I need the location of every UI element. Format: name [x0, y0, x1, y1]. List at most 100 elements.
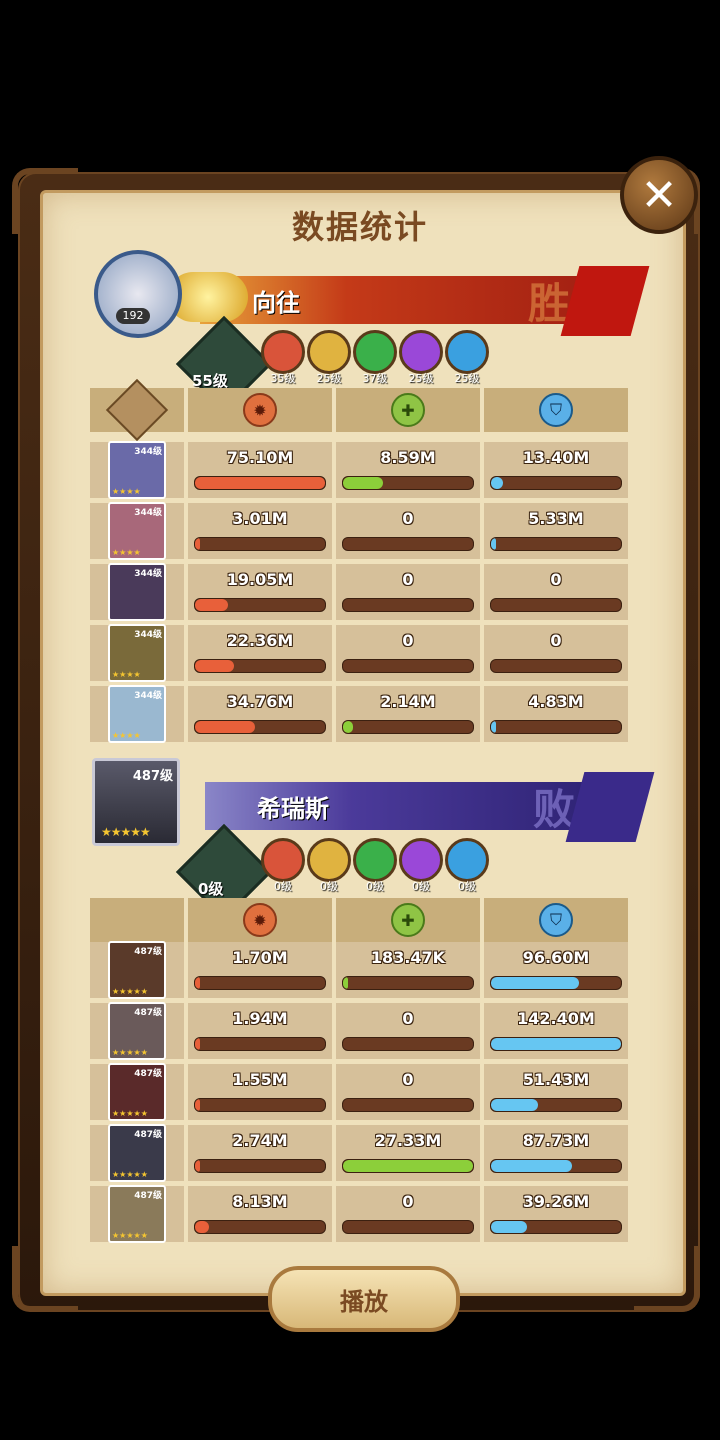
heal-bar — [342, 659, 474, 673]
header-shield: ⛉ — [484, 388, 628, 432]
hero-portrait[interactable]: 487级 ★★★★★ — [108, 1063, 166, 1121]
heal-bar — [342, 1037, 474, 1051]
header-heal: ✚ — [336, 898, 480, 942]
shield-bar — [490, 598, 622, 612]
hero-portrait[interactable]: 344级 — [108, 563, 166, 621]
shield-cell: 0 — [484, 564, 628, 620]
hero-level: 487级 — [134, 1069, 162, 1079]
hero-level: 344级 — [134, 508, 162, 518]
damage-bar — [194, 537, 326, 551]
enemy-card-level: 487级 — [132, 769, 173, 784]
hero-level: 344级 — [134, 630, 162, 640]
damage-bar-fill — [195, 660, 234, 672]
faction-icon — [399, 838, 443, 882]
damage-cell: 3.01M — [188, 503, 332, 559]
hero-portrait[interactable]: 487级 ★★★★★ — [108, 1002, 166, 1060]
shield-value: 51.43M — [522, 1070, 590, 1089]
table-row: 344级 ★★★★ 3.01M 0 5.33M — [90, 502, 630, 560]
shield-bar-fill — [491, 1221, 528, 1233]
hero-level: 344级 — [134, 691, 162, 701]
shield-value: 87.73M — [522, 1131, 590, 1150]
heal-icon: ✚ — [391, 393, 425, 427]
team1-name: 向往 — [252, 288, 300, 317]
faction-badge: 37级 — [352, 330, 398, 390]
hero-portrait[interactable]: 487级 ★★★★★ — [108, 1185, 166, 1243]
header-lead — [90, 378, 184, 442]
play-button[interactable]: 播放 — [268, 1266, 460, 1332]
shield-bar-fill — [491, 477, 503, 489]
faction-icon — [353, 330, 397, 374]
enemy-avatar-card[interactable]: 487级 ★★★★★ — [92, 758, 180, 846]
heal-cell: 0 — [336, 625, 480, 681]
shield-cell: 0 — [484, 625, 628, 681]
hero-portrait[interactable]: 487级 ★★★★★ — [108, 941, 166, 999]
team1-table-header: ✹ ✚ ⛉ — [90, 378, 630, 442]
hero-stars: ★★★★ — [112, 731, 141, 740]
faction-badge: 0级 — [398, 838, 444, 898]
table-row: 344级 ★★★★ 75.10M 8.59M 13.40M — [90, 441, 630, 499]
damage-value: 3.01M — [232, 509, 288, 528]
shield-cell: 4.83M — [484, 686, 628, 742]
faction-icon — [445, 838, 489, 882]
heal-bar-fill — [343, 477, 384, 489]
damage-value: 1.55M — [232, 1070, 288, 1089]
team2-gear-level: 0级 — [198, 880, 224, 898]
shield-bar — [490, 476, 622, 490]
heal-bar — [342, 598, 474, 612]
damage-value: 22.36M — [226, 631, 294, 650]
faction-level: 37级 — [362, 372, 388, 385]
damage-bar-fill — [195, 977, 201, 989]
damage-bar-fill — [195, 1099, 201, 1111]
shield-bar — [490, 720, 622, 734]
hero-portrait[interactable]: 344级 ★★★★ — [108, 441, 166, 499]
damage-cell: 1.55M — [188, 1064, 332, 1120]
damage-bar — [194, 720, 326, 734]
hero-stars: ★★★★★ — [112, 1231, 148, 1240]
close-icon: ✕ — [640, 169, 678, 221]
damage-cell: 19.05M — [188, 564, 332, 620]
heal-icon: ✚ — [391, 903, 425, 937]
heal-cell: 0 — [336, 503, 480, 559]
damage-bar-fill — [195, 1160, 201, 1172]
header-damage: ✹ — [188, 388, 332, 432]
table-row: 487级 ★★★★★ 1.70M 183.47K 96.60M — [90, 941, 630, 999]
player-avatar[interactable] — [94, 250, 182, 338]
damage-bar-fill — [195, 721, 255, 733]
heal-bar — [342, 1098, 474, 1112]
hero-cell: 344级 ★★★★ — [90, 685, 184, 743]
shield-bar — [490, 976, 622, 990]
hero-portrait[interactable]: 344级 ★★★★ — [108, 502, 166, 560]
hero-cell: 487级 ★★★★★ — [90, 941, 184, 999]
heal-bar-fill — [343, 977, 349, 989]
shield-value: 96.60M — [522, 948, 590, 967]
header-shield: ⛉ — [484, 898, 628, 942]
faction-icon — [261, 838, 305, 882]
faction-level: 0级 — [274, 880, 292, 893]
heal-value: 8.59M — [380, 448, 436, 467]
close-button[interactable]: ✕ — [620, 156, 698, 234]
shield-cell: 5.33M — [484, 503, 628, 559]
damage-value: 8.13M — [232, 1192, 288, 1211]
hero-stars: ★★★★★ — [112, 1170, 148, 1179]
damage-value: 19.05M — [226, 570, 294, 589]
faction-badge: 25级 — [306, 330, 352, 390]
faction-icon — [445, 330, 489, 374]
hero-portrait[interactable]: 344级 ★★★★ — [108, 624, 166, 682]
shield-value: 4.83M — [528, 692, 584, 711]
shield-bar-fill — [491, 1099, 538, 1111]
hero-portrait[interactable]: 344级 ★★★★ — [108, 685, 166, 743]
faction-level: 25级 — [316, 372, 342, 385]
heal-bar — [342, 476, 474, 490]
shield-bar-fill — [491, 538, 497, 550]
heal-value: 0 — [402, 570, 414, 589]
hero-portrait[interactable]: 487级 ★★★★★ — [108, 1124, 166, 1182]
header-lead — [90, 898, 184, 942]
faction-level: 0级 — [366, 880, 384, 893]
heal-bar — [342, 976, 474, 990]
hero-level: 344级 — [134, 569, 162, 579]
hero-cell: 344级 — [90, 563, 184, 621]
shield-value: 39.26M — [522, 1192, 590, 1211]
damage-bar — [194, 476, 326, 490]
table-row: 487级 ★★★★★ 8.13M 0 39.26M — [90, 1185, 630, 1243]
shield-cell: 96.60M — [484, 942, 628, 998]
